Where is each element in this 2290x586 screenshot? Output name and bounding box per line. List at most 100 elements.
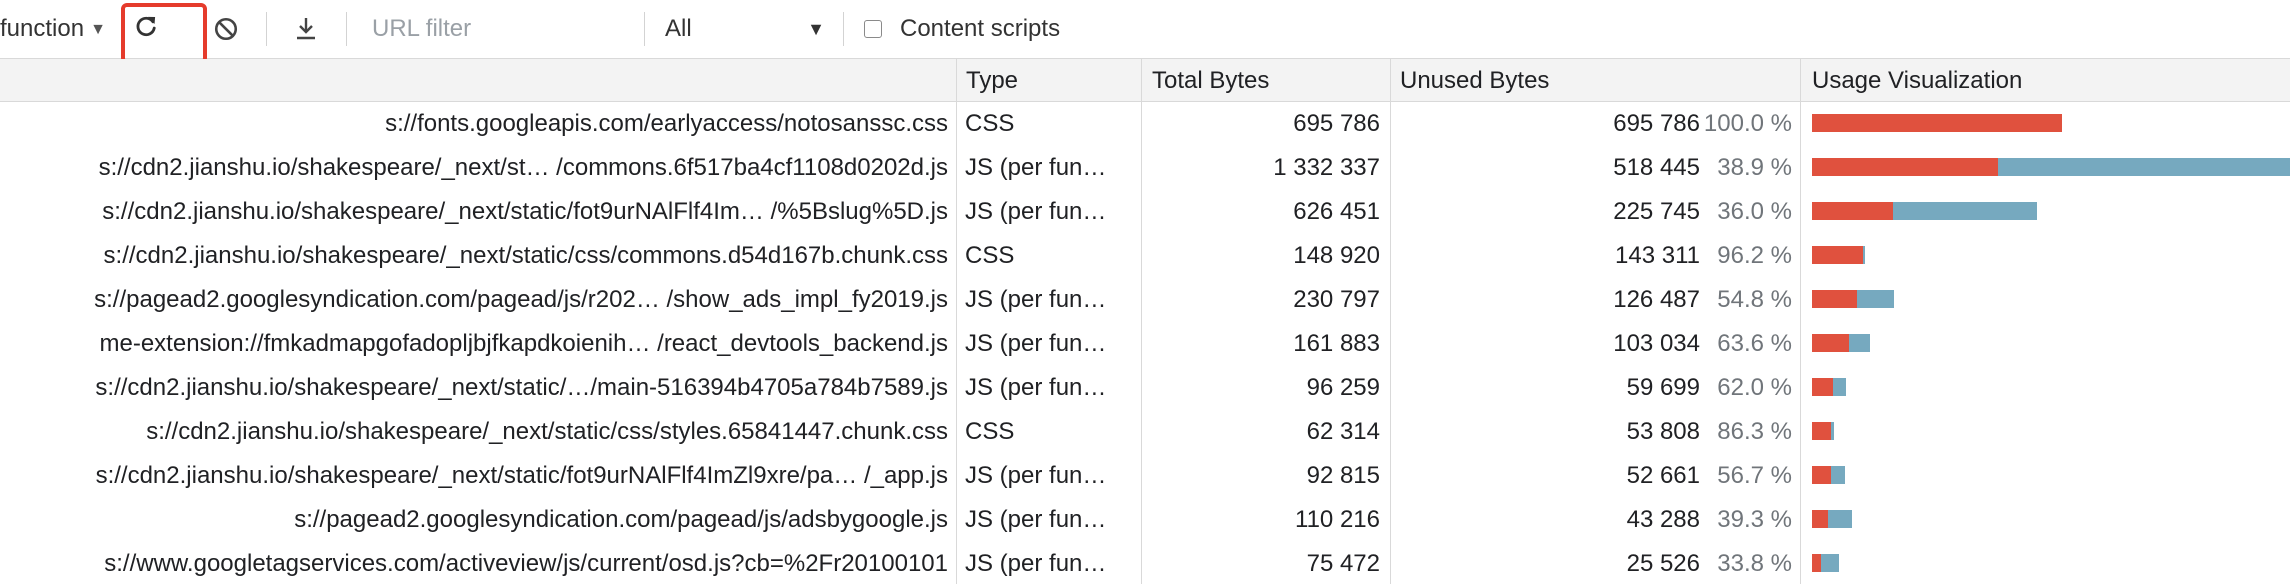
unused-percent-cell: 36.0 % (1717, 198, 1792, 225)
type-cell: JS (per fun… (965, 374, 1107, 401)
unused-percent-cell: 86.3 % (1717, 418, 1792, 445)
usage-bar (1812, 422, 1834, 440)
usage-bar (1812, 158, 2290, 176)
url-filter-input[interactable] (360, 10, 630, 48)
toolbar-separator (644, 12, 645, 46)
table-row[interactable]: s://cdn2.jianshu.io/shakespeare/_next/st… (0, 234, 2290, 278)
type-cell: JS (per fun… (965, 506, 1107, 533)
coverage-table: Type Total Bytes Unused Bytes Usage Visu… (0, 59, 2290, 584)
content-scripts-toggle[interactable]: Content scripts (864, 12, 1060, 46)
used-bytes-bar (1893, 202, 2037, 220)
url-cell: me-extension://fmkadmapgofadopljbjfkapdk… (99, 330, 949, 357)
table-row[interactable]: s://cdn2.jianshu.io/shakespeare/_next/st… (0, 366, 2290, 410)
type-filter-value: All (665, 15, 692, 42)
used-bytes-bar (1998, 158, 2290, 176)
table-row[interactable]: s://pagead2.googlesyndication.com/pagead… (0, 278, 2290, 322)
usage-bar (1812, 290, 1894, 308)
unused-bytes-bar (1812, 378, 1833, 396)
dropdown-caret-icon: ▼ (90, 21, 106, 38)
usage-bar (1812, 466, 1845, 484)
unused-bytes-cell: 43 288 (1626, 506, 1700, 533)
usage-bar (1812, 554, 1839, 572)
table-row[interactable]: s://cdn2.jianshu.io/shakespeare/_next/st… (0, 454, 2290, 498)
content-scripts-label: Content scripts (900, 15, 1061, 42)
type-filter-select[interactable]: All ▼ (665, 12, 825, 46)
usage-bar (1812, 378, 1846, 396)
unused-percent-cell: 38.9 % (1717, 154, 1792, 181)
type-cell: CSS (965, 110, 1015, 137)
url-cell: s://cdn2.jianshu.io/shakespeare/_next/st… (98, 154, 948, 181)
url-cell: s://www.googletagservices.com/activeview… (104, 550, 948, 577)
coverage-mode-label: function (0, 15, 85, 42)
toolbar-separator (843, 12, 844, 46)
coverage-mode-select[interactable]: function ▼ (0, 12, 106, 46)
url-cell: s://cdn2.jianshu.io/shakespeare/_next/st… (102, 198, 948, 225)
type-cell: JS (per fun… (965, 550, 1107, 577)
column-header-type[interactable]: Type (966, 59, 1018, 102)
total-bytes-cell: 92 815 (1306, 462, 1380, 489)
unused-bytes-bar (1812, 422, 1831, 440)
table-row[interactable]: s://cdn2.jianshu.io/shakespeare/_next/st… (0, 410, 2290, 454)
usage-bar (1812, 246, 1865, 264)
table-row[interactable]: s://www.googletagservices.com/activeview… (0, 542, 2290, 586)
used-bytes-bar (1857, 290, 1894, 308)
table-row[interactable]: s://pagead2.googlesyndication.com/pagead… (0, 498, 2290, 542)
unused-percent-cell: 62.0 % (1717, 374, 1792, 401)
total-bytes-cell: 96 259 (1306, 374, 1380, 401)
unused-bytes-bar (1812, 202, 1893, 220)
download-icon (297, 18, 315, 40)
coverage-toolbar: function ▼ All ▼ Content scripts (0, 0, 2290, 64)
total-bytes-cell: 62 314 (1306, 418, 1380, 445)
reload-coverage-button[interactable] (132, 10, 160, 44)
total-bytes-cell: 75 472 (1306, 550, 1380, 577)
unused-bytes-cell: 25 526 (1626, 550, 1700, 577)
toolbar-separator (266, 12, 267, 46)
unused-bytes-cell: 52 661 (1626, 462, 1700, 489)
total-bytes-cell: 161 883 (1293, 330, 1380, 357)
table-header: Type Total Bytes Unused Bytes Usage Visu… (0, 59, 2290, 102)
used-bytes-bar (1863, 246, 1865, 264)
unused-bytes-bar (1812, 114, 2062, 132)
type-cell: JS (per fun… (965, 462, 1107, 489)
unused-percent-cell: 96.2 % (1717, 242, 1792, 269)
clear-coverage-button[interactable] (211, 14, 241, 44)
content-scripts-checkbox[interactable] (864, 20, 882, 38)
table-row[interactable]: s://cdn2.jianshu.io/shakespeare/_next/st… (0, 190, 2290, 234)
url-cell: s://cdn2.jianshu.io/shakespeare/_next/st… (146, 418, 948, 445)
dropdown-arrow-icon: ▼ (807, 19, 825, 39)
unused-bytes-bar (1812, 554, 1821, 572)
total-bytes-cell: 695 786 (1293, 110, 1380, 137)
used-bytes-bar (1821, 554, 1839, 572)
unused-percent-cell: 39.3 % (1717, 506, 1792, 533)
used-bytes-bar (1849, 334, 1870, 352)
table-row[interactable]: s://fonts.googleapis.com/earlyaccess/not… (0, 102, 2290, 146)
unused-percent-cell: 100.0 % (1703, 110, 1792, 137)
column-header-total-bytes[interactable]: Total Bytes (1152, 59, 1269, 102)
unused-bytes-cell: 518 445 (1613, 154, 1700, 181)
reload-icon (136, 16, 156, 37)
table-row[interactable]: me-extension://fmkadmapgofadopljbjfkapdk… (0, 322, 2290, 366)
used-bytes-bar (1831, 422, 1834, 440)
unused-bytes-cell: 53 808 (1626, 418, 1700, 445)
toolbar-separator (346, 12, 347, 46)
unused-bytes-cell: 103 034 (1613, 330, 1700, 357)
total-bytes-cell: 1 332 337 (1273, 154, 1380, 181)
block-icon (214, 17, 238, 41)
usage-bar (1812, 334, 1870, 352)
total-bytes-cell: 230 797 (1293, 286, 1380, 313)
table-row[interactable]: s://cdn2.jianshu.io/shakespeare/_next/st… (0, 146, 2290, 190)
unused-percent-cell: 54.8 % (1717, 286, 1792, 313)
used-bytes-bar (1833, 378, 1846, 396)
type-cell: JS (per fun… (965, 198, 1107, 225)
usage-bar (1812, 114, 2062, 132)
type-cell: CSS (965, 418, 1015, 445)
type-cell: JS (per fun… (965, 286, 1107, 313)
column-header-unused-bytes[interactable]: Unused Bytes (1400, 59, 1549, 102)
export-coverage-button[interactable] (292, 14, 320, 44)
unused-bytes-cell: 126 487 (1613, 286, 1700, 313)
used-bytes-bar (1828, 510, 1852, 528)
url-cell: s://pagead2.googlesyndication.com/pagead… (294, 506, 948, 533)
unused-bytes-cell: 59 699 (1626, 374, 1700, 401)
column-header-usage-visualization[interactable]: Usage Visualization (1812, 59, 2022, 102)
unused-percent-cell: 56.7 % (1717, 462, 1792, 489)
